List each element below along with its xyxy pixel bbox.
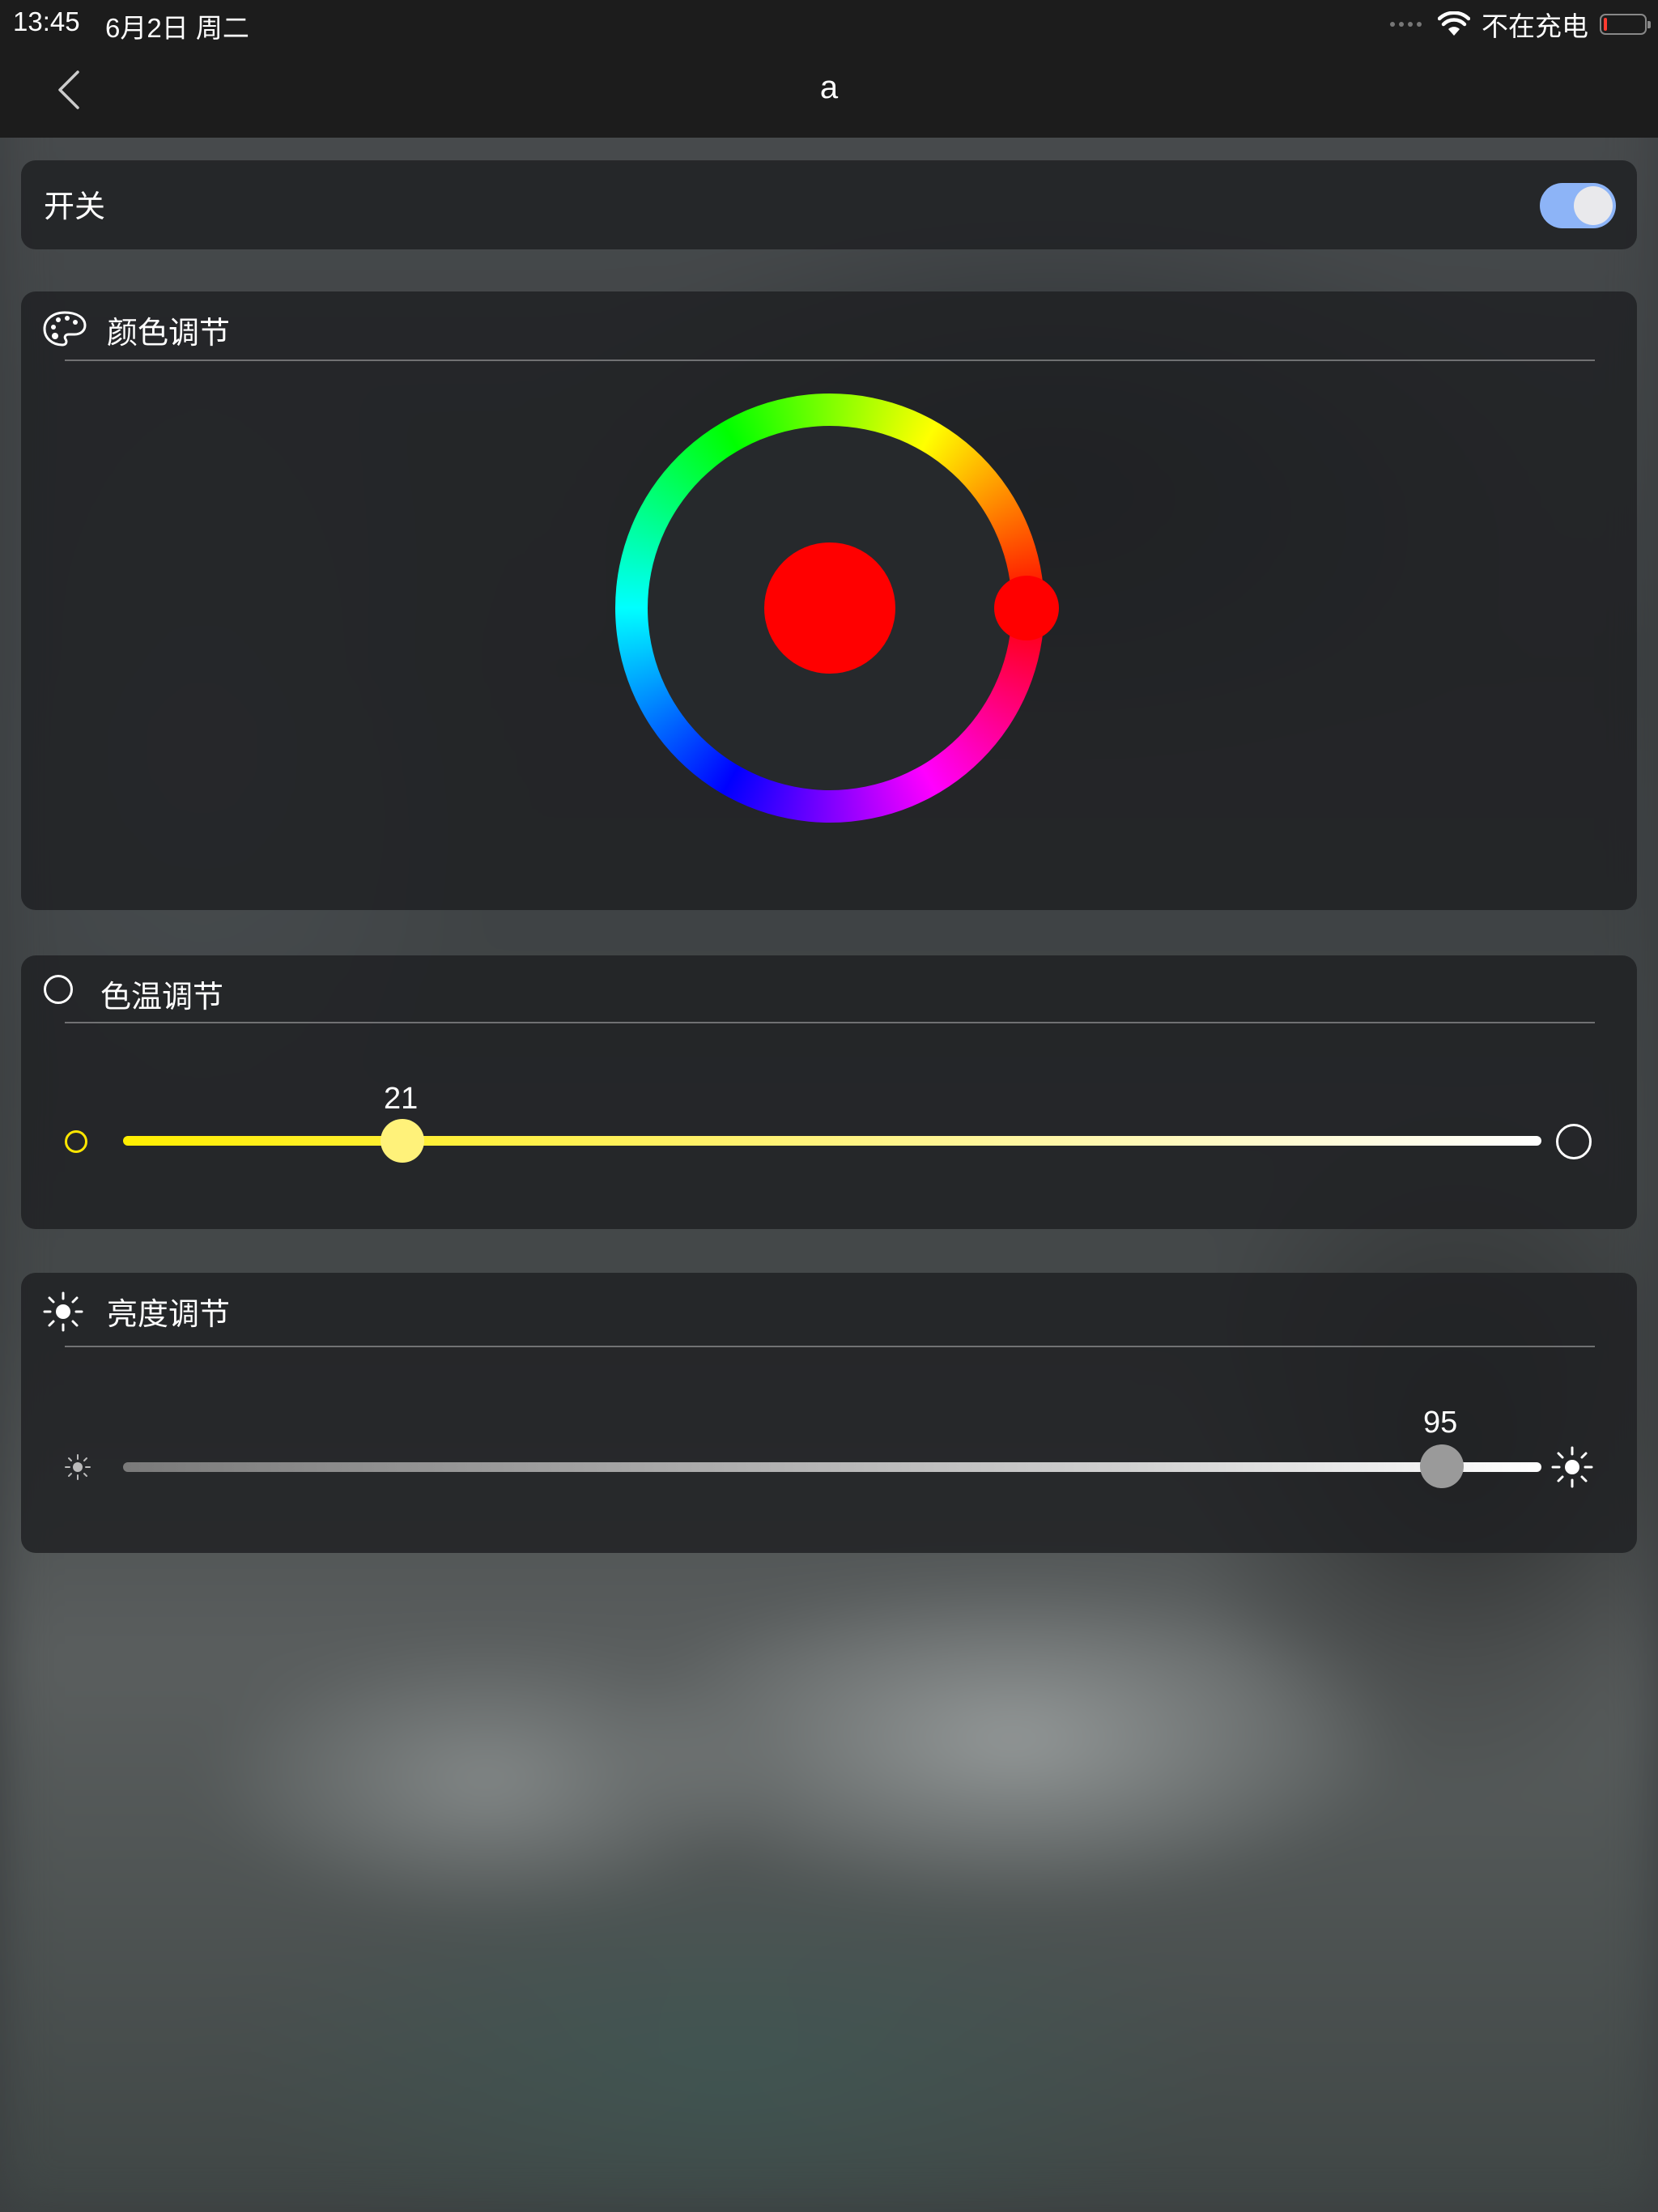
toggle-knob [1574, 186, 1613, 225]
charging-status: 不在充电 [1482, 11, 1588, 41]
power-switch-card: 开关 [21, 160, 1637, 249]
color-temperature-icon [44, 975, 73, 1004]
switch-label: 开关 [44, 189, 106, 224]
status-time: 13:45 [13, 6, 80, 36]
status-indicators: 不在充电 [1390, 5, 1651, 44]
power-toggle[interactable] [1540, 183, 1616, 228]
status-date: 6月2日 周二 [105, 13, 249, 43]
palette-icon [43, 311, 87, 347]
cool-light-icon [1556, 1124, 1592, 1159]
color-temperature-card-title: 色温调节 [100, 979, 224, 1015]
color-card-title: 颜色调节 [107, 315, 231, 351]
color-temperature-slider-thumb[interactable] [380, 1119, 424, 1163]
cellular-signal-icon [1390, 22, 1422, 27]
color-temperature-card: 色温调节 21 [21, 955, 1637, 1229]
sun-small-icon [65, 1454, 91, 1480]
sun-icon [43, 1291, 83, 1332]
color-temperature-value: 21 [384, 1082, 419, 1116]
divider [65, 359, 1595, 361]
brightness-value: 95 [1423, 1406, 1458, 1440]
color-adjust-card: 颜色调节 [21, 291, 1637, 910]
page-title: a [819, 70, 839, 105]
battery-icon [1600, 14, 1651, 35]
navigation-bar: a [0, 45, 1658, 138]
sun-large-icon [1551, 1446, 1593, 1488]
divider [65, 1022, 1595, 1023]
selected-color-preview [764, 542, 895, 674]
wifi-icon [1438, 11, 1470, 36]
brightness-slider[interactable] [123, 1462, 1541, 1472]
warm-light-icon [65, 1130, 87, 1153]
brightness-card: 亮度调节 95 [21, 1273, 1637, 1553]
color-temperature-slider[interactable] [123, 1136, 1541, 1146]
hue-ring-handle[interactable] [994, 576, 1059, 640]
brightness-card-title: 亮度调节 [107, 1296, 231, 1332]
divider [65, 1346, 1595, 1347]
brightness-slider-thumb[interactable] [1420, 1444, 1464, 1488]
status-bar: 13:45 6月2日 周二 不在充电 [0, 0, 1658, 45]
